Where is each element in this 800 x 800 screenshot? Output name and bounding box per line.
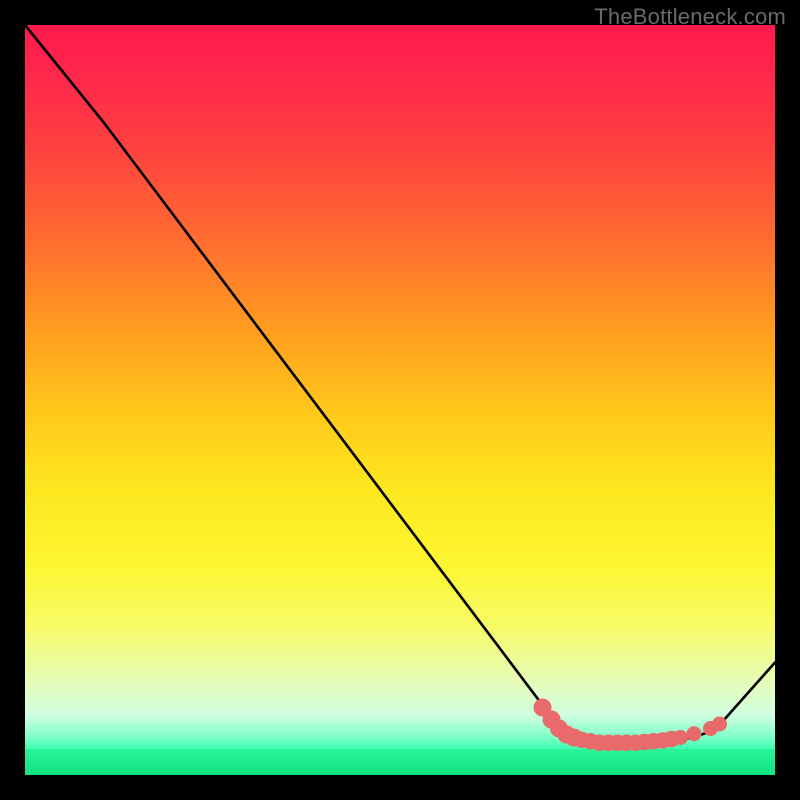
chart-frame: TheBottleneck.com [0,0,800,800]
chart-svg [25,25,775,775]
plot-area [25,25,775,775]
highlight-dot [673,730,688,745]
curve-line [25,25,775,743]
watermark-label: TheBottleneck.com [594,4,786,30]
highlight-dots [534,699,728,751]
highlight-dot [687,726,702,741]
highlight-dot [712,717,727,732]
